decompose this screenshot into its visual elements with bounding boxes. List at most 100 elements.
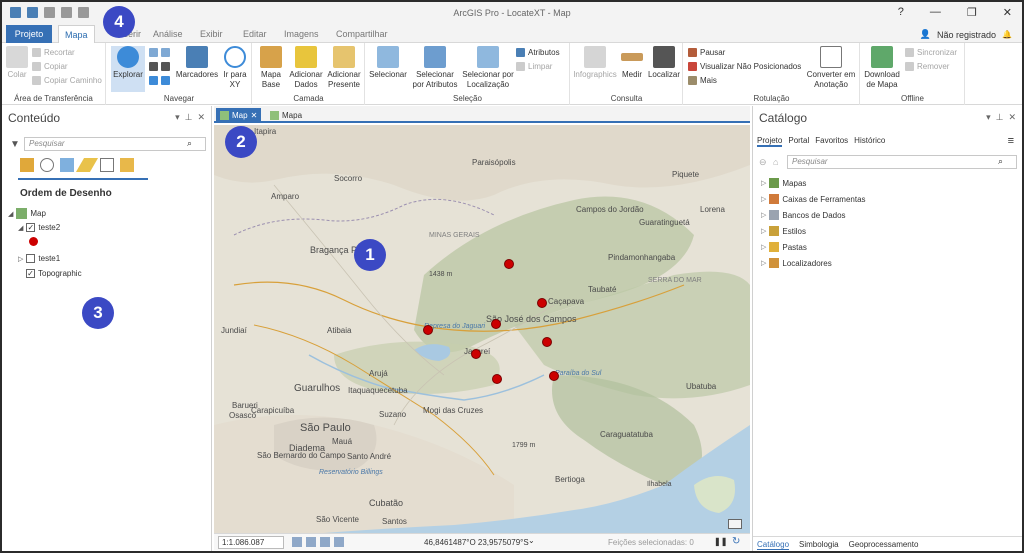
pin-icon[interactable]: ⊥ — [996, 112, 1004, 123]
map-overview-icon[interactable] — [728, 519, 742, 529]
tab-projeto[interactable]: Projeto — [6, 25, 52, 43]
bottom-tab-catalogo[interactable]: Catálogo — [757, 540, 790, 550]
point-feature[interactable] — [537, 298, 547, 308]
home-icon[interactable]: ⌂ — [773, 157, 778, 167]
layer-row-topographic[interactable]: ✓ Topographic — [26, 269, 82, 278]
expand-arrow-icon[interactable]: ◢ — [8, 210, 13, 218]
infographics-button[interactable]: Infographics — [573, 46, 617, 80]
labeling-icon[interactable] — [120, 158, 134, 172]
layer-row-teste2[interactable]: ◢ ✓ teste2 — [18, 223, 60, 232]
point-feature[interactable] — [542, 337, 552, 347]
catalog-item[interactable]: ▷ Caixas de Ferramentas — [761, 194, 866, 204]
pane-close-icon[interactable]: ✕ — [1008, 112, 1016, 123]
zoom-layer[interactable] — [149, 62, 170, 71]
catalog-tab-historico[interactable]: Histórico — [854, 136, 885, 147]
point-feature[interactable] — [549, 371, 559, 381]
pause-labeling-button[interactable]: Pausar — [688, 48, 725, 57]
sync-button[interactable]: Sincronizar — [905, 48, 957, 57]
tab-imagens[interactable]: Imagens — [278, 25, 325, 43]
expand-arrow-icon[interactable]: ▷ — [761, 243, 766, 251]
catalog-menu-icon[interactable]: ≡ — [1008, 135, 1014, 147]
tab-compartilhar[interactable]: Compartilhar — [330, 25, 394, 43]
refresh-icon[interactable]: ↻ — [732, 536, 740, 547]
constraints-icon[interactable] — [334, 537, 344, 547]
bottom-tab-geoprocessamento[interactable]: Geoprocessamento — [849, 540, 919, 549]
snapping-toggle-icon[interactable] — [292, 537, 302, 547]
point-feature[interactable] — [504, 259, 514, 269]
clear-selection-button[interactable]: Limpar — [516, 62, 552, 71]
add-data-button[interactable]: Adicionar Dados — [287, 46, 325, 90]
table-icon[interactable] — [320, 537, 330, 547]
editing-icon[interactable] — [75, 158, 99, 172]
point-feature[interactable] — [491, 319, 501, 329]
expand-arrow-icon[interactable]: ▷ — [761, 227, 766, 235]
expand-arrow-icon[interactable]: ▷ — [761, 259, 766, 267]
previous-next-extent[interactable] — [149, 76, 170, 85]
pause-drawing-icon[interactable]: ❚❚ — [714, 537, 727, 546]
catalog-item[interactable]: ▷ Localizadores — [761, 258, 832, 268]
grid-icon[interactable] — [306, 537, 316, 547]
map-canvas[interactable]: Itapira Paraisópolis Piquete Socorro Amparo C… — [214, 125, 750, 533]
scale-selector[interactable]: 1:1.086.087 — [218, 536, 284, 549]
close-button[interactable]: ✕ — [1003, 6, 1012, 19]
catalog-tab-portal[interactable]: Portal — [788, 136, 809, 147]
catalog-search-input[interactable]: Pesquisar — [787, 155, 1017, 169]
layer-row-map[interactable]: ◢ Map — [8, 208, 46, 219]
goto-xy-button[interactable]: Ir para XY — [221, 46, 249, 90]
catalog-tab-favoritos[interactable]: Favoritos — [815, 136, 848, 147]
remove-button[interactable]: Remover — [905, 62, 949, 71]
expand-arrow-icon[interactable]: ◢ — [18, 224, 23, 232]
tab-mapa[interactable]: Mapa — [58, 25, 95, 43]
catalog-item[interactable]: ▷ Pastas — [761, 242, 807, 252]
view-unplaced-button[interactable]: Visualizar Não Posicionados — [688, 62, 801, 71]
tab-editar[interactable]: Editar — [237, 25, 273, 43]
attributes-button[interactable]: Atributos — [516, 48, 560, 57]
catalog-item[interactable]: ▷ Estilos — [761, 226, 806, 236]
back-icon[interactable]: ⊖ — [759, 157, 767, 168]
tab-exibir[interactable]: Exibir — [194, 25, 229, 43]
minimize-button[interactable]: — — [930, 6, 941, 19]
explore-button[interactable]: Explorar — [111, 46, 145, 92]
collapse-arrow-icon[interactable]: ▷ — [18, 255, 23, 263]
basemap-button[interactable]: Mapa Base — [255, 46, 287, 90]
locate-button[interactable]: Localizar — [647, 46, 681, 80]
more-labeling-button[interactable]: Mais — [688, 76, 717, 85]
copy-path-button[interactable]: Copiar Caminho — [32, 76, 102, 85]
map-tab-mapa[interactable]: Mapa — [266, 108, 306, 123]
cut-button[interactable]: Recortar — [32, 48, 75, 57]
catalog-tab-projeto[interactable]: Projeto — [757, 136, 783, 147]
layer-row-teste1[interactable]: ▷ teste1 — [18, 254, 60, 263]
pane-menu-icon[interactable]: ▾ — [986, 112, 991, 123]
coordinate-format-dropdown[interactable]: ⌄ — [528, 536, 535, 545]
expand-arrow-icon[interactable]: ▷ — [761, 195, 766, 203]
search-icon[interactable]: ⌕ — [187, 138, 192, 149]
bottom-tab-simbologia[interactable]: Simbologia — [799, 540, 839, 549]
point-symbol-icon[interactable] — [29, 237, 38, 246]
map-tab-map[interactable]: Map ✕ — [216, 108, 262, 123]
help-button[interactable]: ? — [898, 6, 904, 19]
layer-visibility-checkbox[interactable]: ✓ — [26, 269, 35, 278]
search-icon[interactable]: ⌕ — [998, 156, 1003, 167]
selection-list-icon[interactable] — [60, 158, 74, 172]
pin-icon[interactable]: ⊥ — [185, 112, 193, 123]
select-button[interactable]: Selecionar — [368, 46, 408, 80]
expand-arrow-icon[interactable]: ▷ — [761, 179, 766, 187]
filter-icon[interactable]: ▼ — [10, 139, 20, 150]
snapping-icon[interactable] — [100, 158, 114, 172]
select-by-attributes-button[interactable]: Selecionar por Atributos — [410, 46, 460, 90]
account-label[interactable]: Não registrado — [937, 30, 996, 40]
download-map-button[interactable]: Download de Mapa — [863, 46, 901, 90]
contents-search-input[interactable]: Pesquisar — [24, 137, 206, 151]
drawing-order-icon[interactable] — [20, 158, 34, 172]
zoom-full-extent[interactable] — [149, 48, 170, 57]
layer-visibility-checkbox[interactable]: ✓ — [26, 223, 36, 232]
data-source-icon[interactable] — [40, 158, 54, 172]
copy-button[interactable]: Copiar — [32, 62, 68, 71]
bell-icon[interactable]: 🔔 — [1002, 30, 1012, 39]
tab-close-icon[interactable]: ✕ — [251, 109, 258, 122]
paste-button[interactable]: Colar — [6, 46, 28, 80]
measure-button[interactable]: Medir — [619, 46, 645, 80]
convert-annotation-button[interactable]: Converter em Anotação — [804, 46, 858, 90]
tab-analise[interactable]: Análise — [147, 25, 189, 43]
point-feature[interactable] — [423, 325, 433, 335]
